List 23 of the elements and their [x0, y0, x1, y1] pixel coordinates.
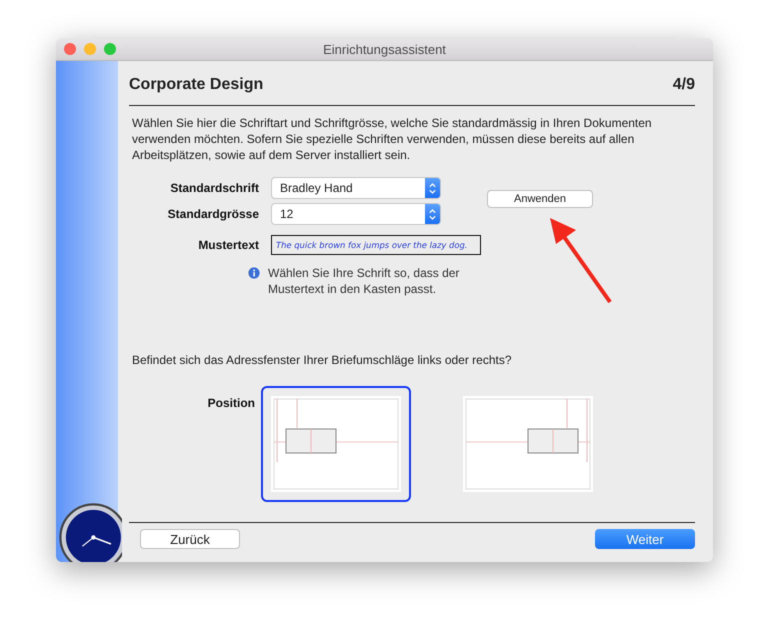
field-label: Position — [206, 396, 255, 410]
hint-text: Wählen Sie Ihre Schrift so, dass der Mustertext in den Kasten passt. — [268, 265, 460, 297]
font-select[interactable]: Bradley Hand — [271, 177, 441, 199]
step-counter: 4/9 — [672, 76, 695, 94]
field-label: Standardgrösse — [166, 207, 259, 221]
close-button[interactable] — [64, 43, 76, 55]
next-button[interactable]: Weiter — [595, 529, 695, 549]
apply-button[interactable]: Anwenden — [487, 190, 593, 208]
window-title: Einrichtungsassistent — [323, 42, 446, 56]
page-title: Corporate Design — [129, 76, 264, 94]
chevron-updown-icon — [428, 208, 437, 220]
question-text: Befindet sich das Adressfenster Ihrer Briefumschläge links oder rechts? — [132, 353, 513, 367]
envelope-option[interactable] — [261, 386, 411, 502]
field-label: Standardschrift — [169, 181, 259, 195]
size-select[interactable]: 12 — [271, 203, 441, 225]
sample-text: The quick brown fox jumps over the lazy dog. — [275, 240, 468, 250]
field-label: Mustertext — [197, 238, 259, 252]
chevron-updown-icon — [428, 182, 437, 194]
minimize-button[interactable] — [84, 43, 96, 55]
intro-text: Wählen Sie hier die Schriftart und Schriftgrösse, welche Sie standardmässig in Ihren Dokumenten verwenden möchten. Sofern Sie spezielle Schriften verwenden, müssen diese bereits auf allen Arbeitsplätzen, sowie auf dem Server installiert sein. — [132, 115, 653, 163]
back-button[interactable]: Zurück — [140, 529, 240, 549]
zoom-button[interactable] — [104, 43, 116, 55]
info-icon — [248, 267, 260, 279]
